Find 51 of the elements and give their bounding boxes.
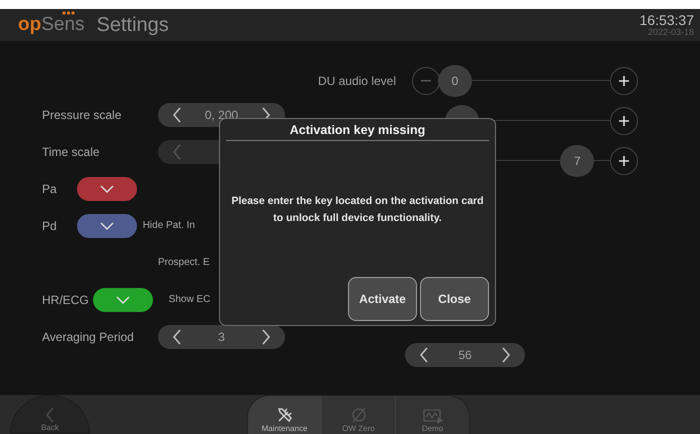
setting-label: Show EC — [168, 294, 210, 305]
color-dropdown[interactable] — [76, 176, 137, 200]
brand-logo: opSens — [18, 17, 85, 33]
clock-date: 2022-03-18 — [648, 28, 694, 37]
stepper-control[interactable]: 3 — [158, 324, 285, 348]
plus-button[interactable] — [610, 147, 638, 175]
plus-icon — [619, 156, 629, 166]
setting-label: Averaging Period — [42, 330, 135, 344]
plus-icon — [619, 76, 629, 86]
chevron-left-icon[interactable] — [172, 106, 182, 122]
minus-icon — [421, 80, 431, 82]
plus-button[interactable] — [610, 67, 638, 95]
dialog-button[interactable]: Close — [420, 277, 489, 321]
color-dropdown[interactable] — [76, 214, 137, 238]
slider-thumb[interactable]: 7 — [560, 145, 594, 177]
clock-time: 16:53:37 — [640, 13, 694, 27]
stepper-value: 3 — [218, 330, 225, 344]
setting-label: Hide Pat. In — [142, 220, 195, 231]
chevron-left-icon — [45, 407, 55, 423]
dots-icon — [62, 11, 75, 15]
page-title: Settings — [96, 14, 169, 36]
setting-label: Pressure scale — [42, 108, 122, 122]
nav-tab[interactable]: Maintenance — [248, 396, 322, 434]
chevron-down-icon — [100, 184, 114, 192]
chevron-right-icon[interactable] — [261, 328, 271, 344]
chevron-down-icon — [116, 296, 130, 304]
color-dropdown[interactable] — [92, 288, 153, 312]
setting-label: Pd — [42, 218, 57, 232]
dialog-message: Please enter the key located on the activation card to unlock full device functionality. — [230, 194, 485, 226]
dialog-button[interactable]: Activate — [348, 277, 417, 321]
nav-tab[interactable]: Demo — [396, 396, 469, 434]
setting-label: HR/ECG — [42, 292, 89, 306]
slider-thumb[interactable]: 0 — [438, 65, 472, 97]
chevron-down-icon — [100, 222, 114, 230]
setting-label: Time scale — [42, 144, 101, 158]
plus-icon — [619, 116, 629, 126]
back-button[interactable]: Back — [10, 395, 90, 434]
chevron-left-icon[interactable] — [172, 328, 182, 344]
tools-icon — [276, 406, 294, 424]
plus-button[interactable] — [610, 107, 638, 135]
nav-tab[interactable]: OW Zero — [322, 396, 396, 434]
setting-label: Pa — [42, 182, 57, 196]
slider-label: DU audio level — [316, 74, 397, 88]
setting-label: Prospect. E — [158, 257, 210, 268]
chevron-right-icon[interactable] — [500, 347, 511, 363]
chevron-left-icon[interactable] — [419, 347, 429, 363]
waveform-play-icon — [422, 408, 442, 424]
empty-set-icon — [350, 406, 368, 424]
dialog-title: Activation key missing — [226, 123, 489, 141]
stepper-control[interactable]: 56 — [405, 343, 525, 367]
stepper-value: 56 — [458, 348, 472, 362]
